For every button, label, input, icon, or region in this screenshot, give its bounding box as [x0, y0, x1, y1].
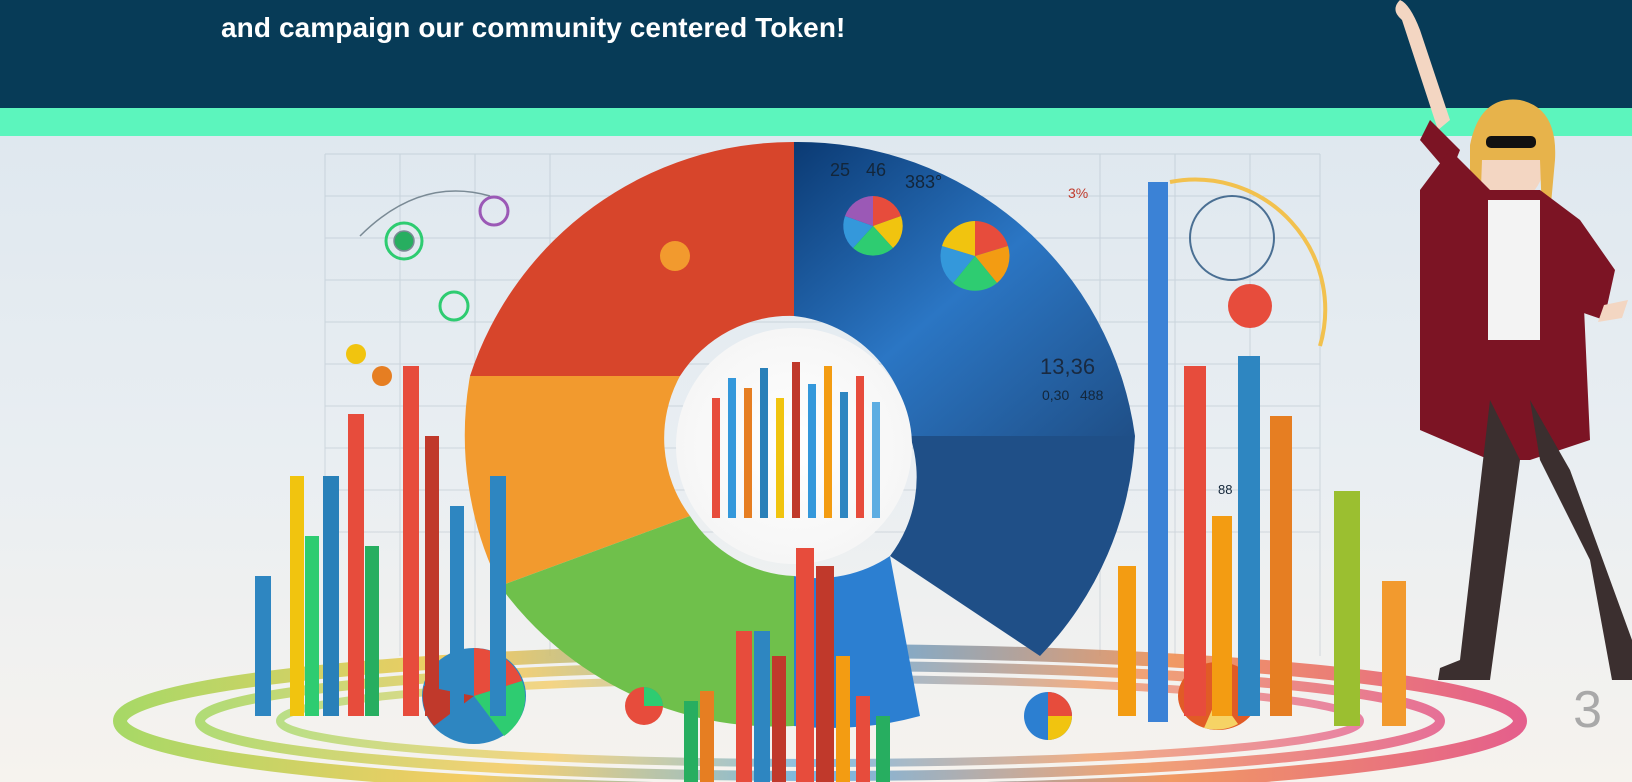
number-383: 383° [905, 172, 942, 192]
slide: and campaign our community centered Toke… [0, 0, 1632, 782]
right-bar-cluster [1118, 182, 1406, 726]
number-3pct: 3% [1068, 185, 1088, 201]
number-488: 488 [1080, 387, 1104, 403]
pie-chart-small-2 [940, 221, 1010, 291]
avatar-shirt [1488, 200, 1540, 340]
right-gauge-decorations [1169, 177, 1328, 347]
illustration-svg: 25 46 383° 3% 13,36 0,30 488 88 [113, 141, 1527, 782]
pie-chart-bottom-3 [1024, 692, 1072, 740]
pie-chart-small-1 [843, 196, 903, 256]
pie-chart-bottom-4 [625, 687, 663, 725]
avatar-raised-arm [1395, 0, 1450, 130]
slide-number: 3 [1573, 681, 1602, 739]
number-25: 25 [830, 160, 850, 180]
header-bar: and campaign our community centered Toke… [0, 0, 1632, 108]
number-46: 46 [866, 160, 886, 180]
header-text: and campaign our community centered Toke… [221, 12, 846, 43]
number-88: 88 [1218, 482, 1232, 497]
accent-stripe [0, 108, 1632, 136]
avatar-character [1395, 0, 1632, 680]
number-0-30: 0,30 [1042, 387, 1069, 403]
number-13-36: 13,36 [1040, 354, 1095, 379]
data-visualization-illustration: 25 46 383° 3% 13,36 0,30 488 88 [0, 136, 1632, 782]
sunglasses-icon [1486, 136, 1536, 148]
